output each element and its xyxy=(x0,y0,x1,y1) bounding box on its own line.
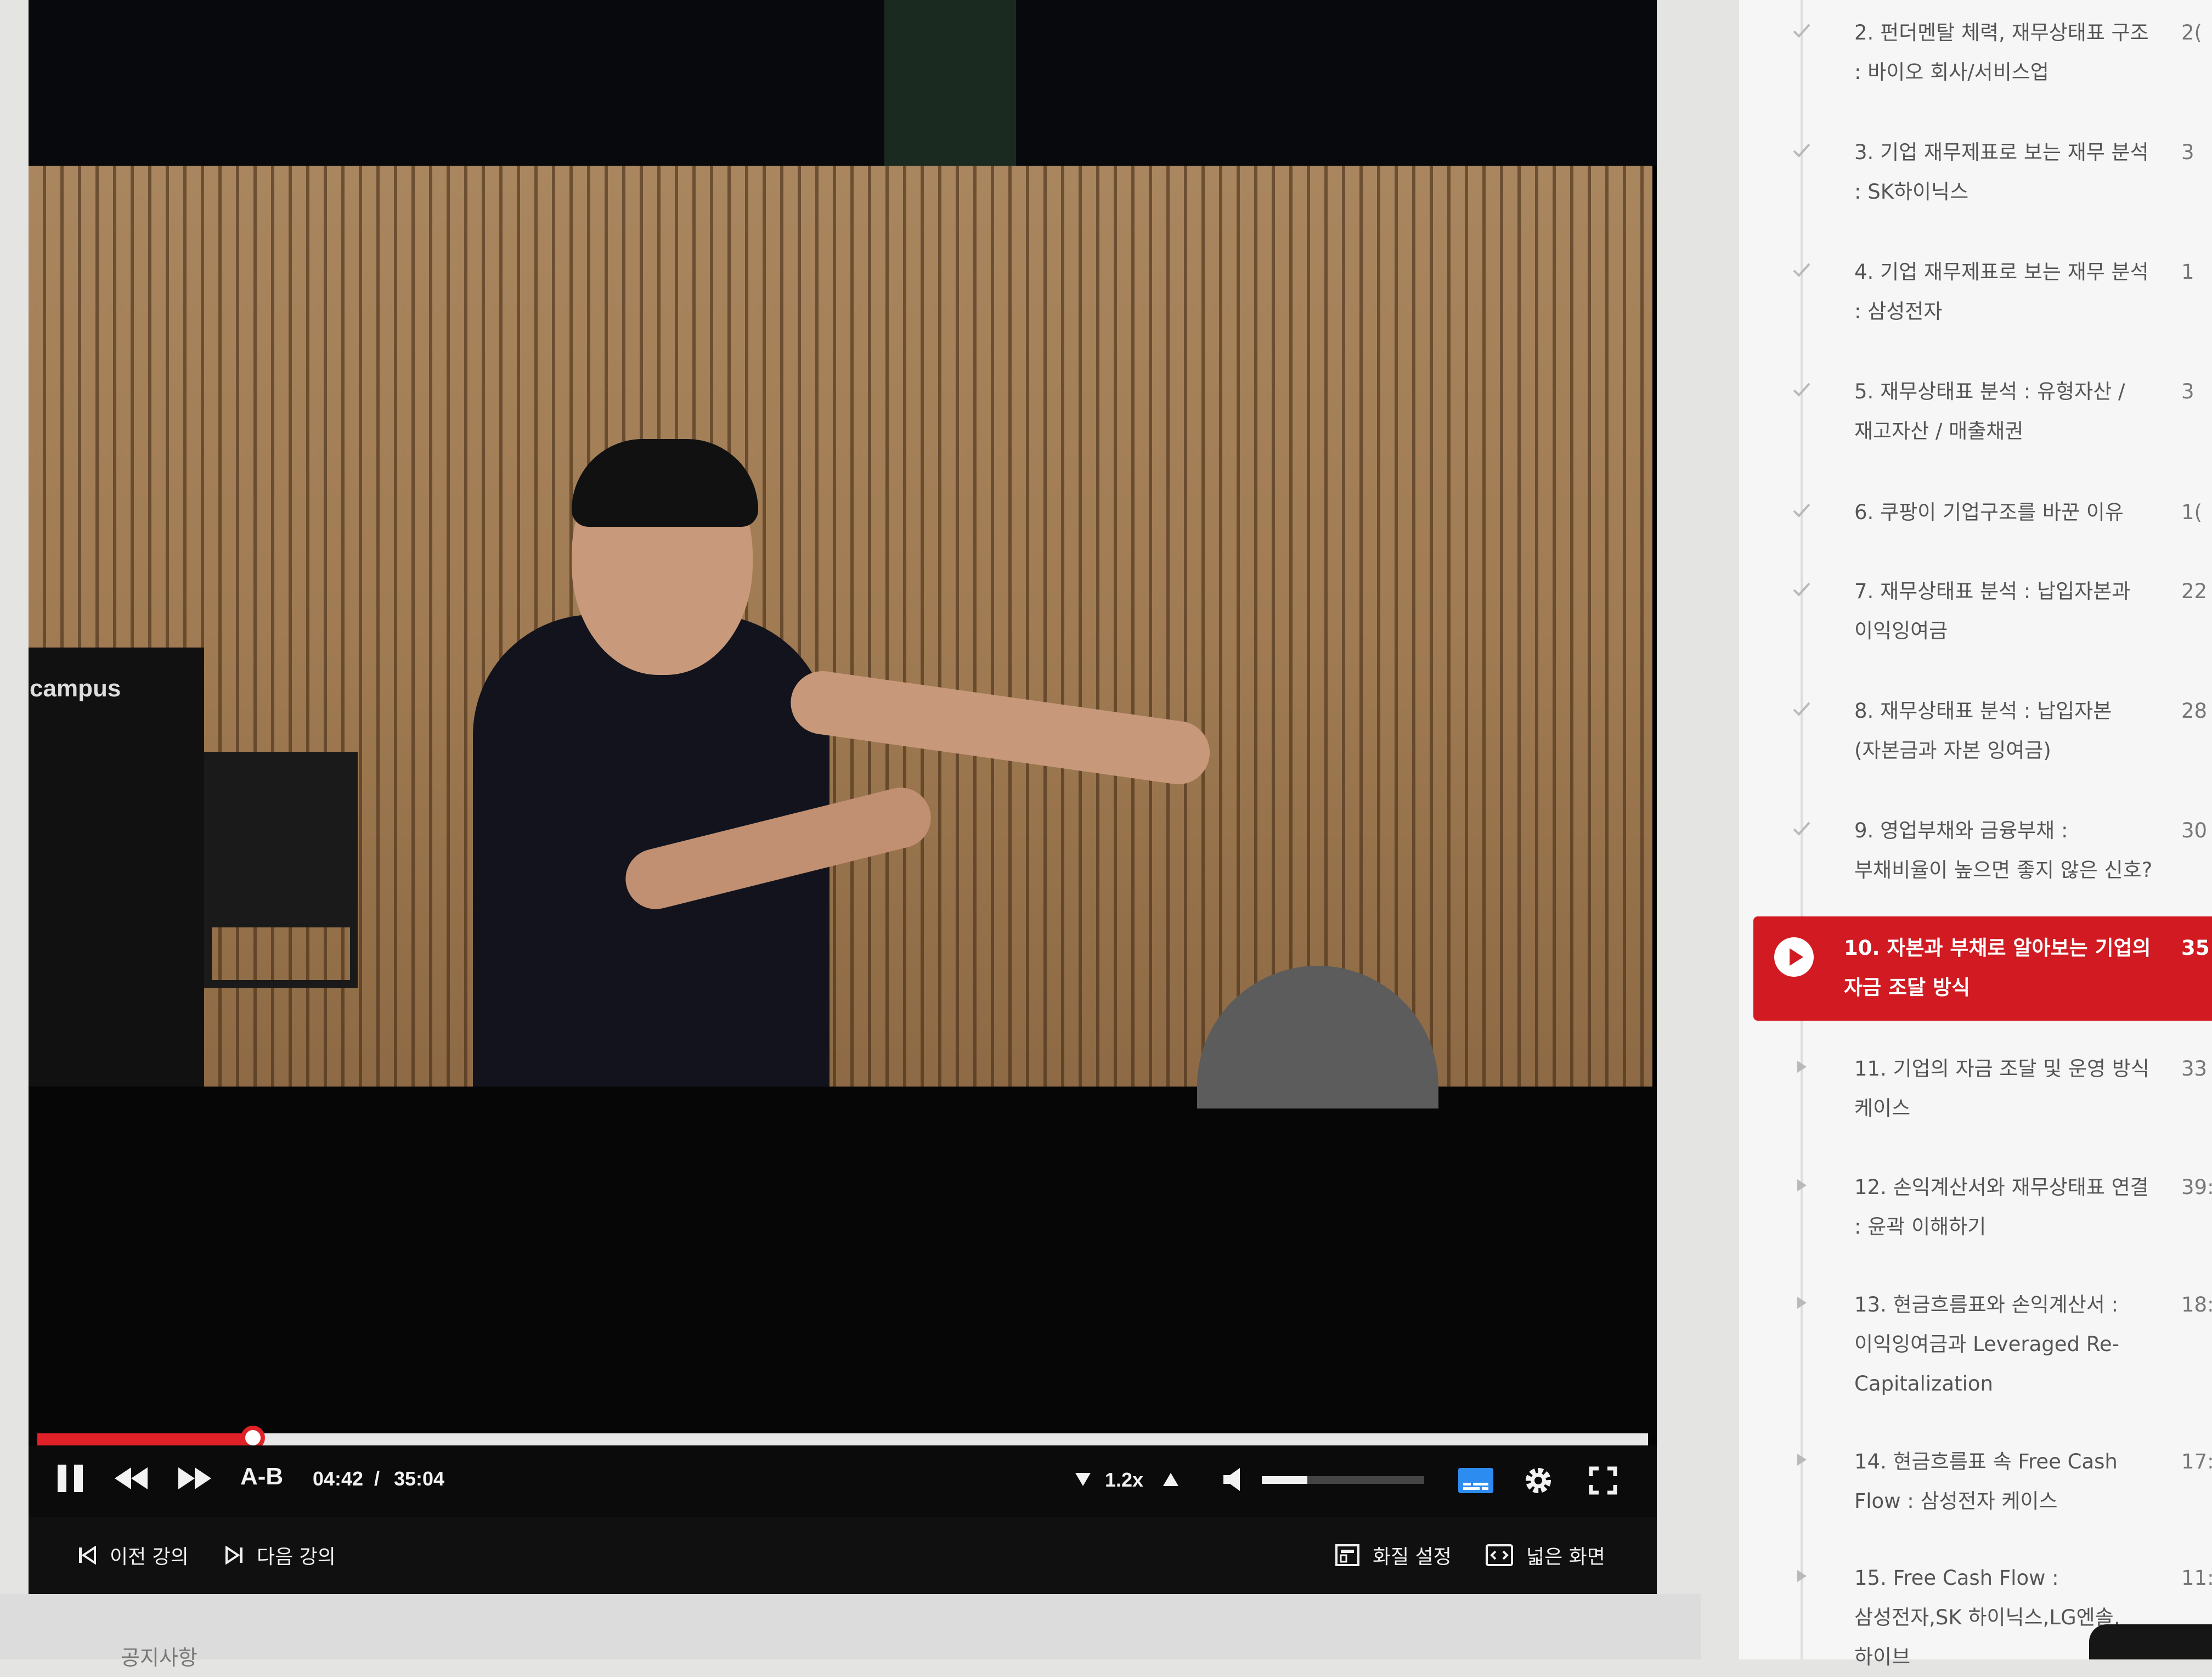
playlist-item[interactable]: 2. 펀더멘탈 체력, 재무상태표 구조 : 바이오 회사/서비스업 2( xyxy=(1739,13,2212,106)
check-icon xyxy=(1792,21,1812,41)
speed-down-icon[interactable] xyxy=(1072,1468,1094,1490)
playlist-item-duration: 33 xyxy=(2181,1057,2208,1081)
check-icon xyxy=(1792,380,1812,399)
pause-icon[interactable] xyxy=(53,1461,88,1496)
playlist-item[interactable]: 9. 영업부채와 금융부채 : 부채비율이 높으면 좋지 않은 신호? 30 xyxy=(1739,811,2212,904)
check-icon xyxy=(1792,699,1812,719)
video-lower-area xyxy=(29,1087,1657,1438)
playlist-item-duration: 2( xyxy=(2181,21,2202,44)
previous-lecture-button[interactable]: 이전 강의 xyxy=(78,1538,189,1573)
tab-notice[interactable]: 공지사항 xyxy=(121,1641,198,1671)
skip-previous-icon xyxy=(79,1546,96,1565)
quality-icon xyxy=(1335,1544,1359,1566)
playlist-item-duration: 18: xyxy=(2181,1293,2212,1316)
playlist-item-title: 4. 기업 재무제표로 보는 재무 분석 : 삼성전자 xyxy=(1854,260,2149,323)
volume-slider[interactable] xyxy=(1262,1476,1424,1484)
control-bar: A-B 04:42 / 35:04 1.2x xyxy=(29,1445,1657,1517)
playlist-item-duration: 3 xyxy=(2181,140,2194,164)
playlist-item-duration: 30 xyxy=(2181,819,2208,842)
lecture-nav-bar: 이전 강의 다음 강의 화질 설정 넓은 화면 xyxy=(29,1517,1657,1594)
playlist-item[interactable]: 5. 재무상태표 분석 : 유형자산 / 재고자산 / 매출채권 3 xyxy=(1739,372,2212,465)
subtitles-icon[interactable] xyxy=(1457,1466,1494,1495)
quality-settings-label: 화질 설정 xyxy=(1373,1546,1452,1568)
playlist-item-title: 3. 기업 재무제표로 보는 재무 분석 : SK하이닉스 xyxy=(1854,140,2149,204)
playlist-item-title: 13. 현금흐름표와 손익계산서 : 이익잉여금과 Leveraged Re-C… xyxy=(1854,1293,2119,1395)
video-frame[interactable]: campus xyxy=(29,0,1657,1438)
playlist-item-duration: 11:2 xyxy=(2181,1566,2212,1590)
playlist-item-title: 10. 자본과 부채로 알아보는 기업의 자금 조달 방식 xyxy=(1844,936,2151,999)
rewind-icon[interactable] xyxy=(112,1462,150,1495)
playlist-item[interactable]: 14. 현금흐름표 속 Free Cash Flow : 삼성전자 케이스 17… xyxy=(1739,1442,2212,1535)
check-icon xyxy=(1792,140,1812,160)
playlist-item-title: 9. 영업부채와 금융부채 : 부채비율이 높으면 좋지 않은 신호? xyxy=(1854,819,2153,882)
playlist-item[interactable]: 6. 쿠팡이 기업구조를 바꾼 이유 1( xyxy=(1739,493,2212,548)
playlist-item-duration: 17: xyxy=(2181,1450,2212,1473)
playlist-item-title: 11. 기업의 자금 조달 및 운영 방식 케이스 xyxy=(1854,1057,2149,1120)
playlist-item-duration: 22 xyxy=(2181,579,2208,603)
play-icon xyxy=(1773,936,1815,978)
total-time: 35:04 xyxy=(394,1467,445,1490)
skip-next-icon xyxy=(225,1546,242,1565)
wide-screen-button[interactable]: 넓은 화면 xyxy=(1486,1538,1605,1573)
playlist-item-duration: 39: xyxy=(2181,1175,2212,1199)
wide-screen-icon xyxy=(1486,1544,1513,1566)
fast-forward-icon[interactable] xyxy=(176,1462,214,1495)
fullscreen-icon[interactable] xyxy=(1588,1465,1618,1496)
playlist-item-title: 2. 펀더멘탈 체력, 재무상태표 구조 : 바이오 회사/서비스업 xyxy=(1854,21,2149,84)
playlist-item-duration: 1( xyxy=(2181,500,2202,524)
lecture-playlist: 2. 펀더멘탈 체력, 재무상태표 구조 : 바이오 회사/서비스업 2( 3.… xyxy=(1739,0,2212,1669)
play-triangle-icon xyxy=(1792,1450,1812,1470)
volume-icon[interactable] xyxy=(1218,1464,1249,1495)
check-icon xyxy=(1792,819,1812,838)
chair xyxy=(204,752,358,988)
playlist-item-title: 7. 재무상태표 분석 : 납입자본과 이익잉여금 xyxy=(1854,579,2131,643)
playlist-item[interactable]: 4. 기업 재무제표로 보는 재무 분석 : 삼성전자 1 xyxy=(1739,252,2212,346)
playlist-item[interactable]: 8. 재무상태표 분석 : 납입자본 (자본금과 자본 잉여금) 28 xyxy=(1739,691,2212,785)
check-icon xyxy=(1792,500,1812,520)
playlist-item-title: 12. 손익계산서와 재무상태표 연결 : 윤곽 이해하기 xyxy=(1854,1175,2149,1239)
ab-repeat-button[interactable]: A-B xyxy=(240,1463,283,1490)
playlist-item-title: 8. 재무상태표 분석 : 납입자본 (자본금과 자본 잉여금) xyxy=(1854,699,2112,762)
video-player: campus A-B 04:42 / 35:04 1.2x 이전 강의 다음 강… xyxy=(29,0,1657,1594)
next-lecture-label: 다음 강의 xyxy=(257,1546,336,1568)
play-triangle-icon xyxy=(1792,1175,1812,1195)
time-separator: / xyxy=(374,1467,380,1490)
page-below-player xyxy=(0,1594,1701,1659)
quality-settings-button[interactable]: 화질 설정 xyxy=(1335,1538,1452,1573)
playlist-item[interactable]: 11. 기업의 자금 조달 및 운영 방식 케이스 33 xyxy=(1739,1049,2212,1143)
previous-lecture-label: 이전 강의 xyxy=(110,1546,189,1568)
playlist-item-active[interactable]: 10. 자본과 부채로 알아보는 기업의 자금 조달 방식 35 xyxy=(1753,916,2212,1021)
playlist-item-duration: 35 xyxy=(2181,936,2210,960)
playlist-item-duration: 28 xyxy=(2181,699,2208,723)
current-time: 04:42 xyxy=(313,1467,364,1490)
playlist-item[interactable]: 12. 손익계산서와 재무상태표 연결 : 윤곽 이해하기 39: xyxy=(1739,1168,2212,1261)
playlist-item-title: 6. 쿠팡이 기업구조를 바꾼 이유 xyxy=(1854,500,2124,524)
check-icon xyxy=(1792,579,1812,599)
progress-bar[interactable] xyxy=(37,1426,1648,1450)
playlist-item-duration: 3 xyxy=(2181,380,2194,403)
playlist-item-title: 5. 재무상태표 분석 : 유형자산 / 재고자산 / 매출채권 xyxy=(1854,380,2125,443)
progress-played xyxy=(37,1433,253,1445)
floating-button[interactable] xyxy=(2089,1624,2212,1659)
play-triangle-icon xyxy=(1792,1057,1812,1077)
playlist-item-title: 14. 현금흐름표 속 Free Cash Flow : 삼성전자 케이스 xyxy=(1854,1450,2118,1513)
playlist-item[interactable]: 13. 현금흐름표와 손익계산서 : 이익잉여금과 Leveraged Re-C… xyxy=(1739,1285,2212,1417)
podium xyxy=(29,648,204,1087)
play-triangle-icon xyxy=(1792,1293,1812,1313)
speed-up-icon[interactable] xyxy=(1160,1468,1182,1490)
volume-level xyxy=(1262,1476,1307,1484)
podium-label: campus xyxy=(30,675,121,702)
playlist-item[interactable]: 3. 기업 재무제표로 보는 재무 분석 : SK하이닉스 3 xyxy=(1739,133,2212,226)
playlist-item-duration: 1 xyxy=(2181,260,2194,284)
wide-screen-label: 넓은 화면 xyxy=(1526,1546,1605,1568)
playback-speed: 1.2x xyxy=(1105,1468,1144,1491)
gear-icon[interactable] xyxy=(1522,1464,1555,1497)
play-triangle-icon xyxy=(1792,1566,1812,1586)
next-lecture-button[interactable]: 다음 강의 xyxy=(225,1538,336,1573)
check-icon xyxy=(1792,260,1812,280)
playlist-item[interactable]: 7. 재무상태표 분석 : 납입자본과 이익잉여금 22 xyxy=(1739,572,2212,665)
video-top-band xyxy=(29,0,1657,166)
